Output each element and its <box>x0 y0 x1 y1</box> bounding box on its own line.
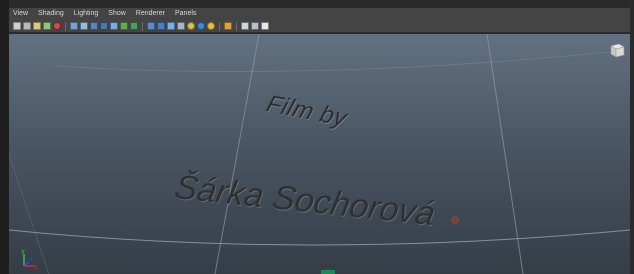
toolbar-separator <box>142 21 143 31</box>
image-plane-icon[interactable] <box>43 22 51 30</box>
shared-icon[interactable] <box>261 22 269 30</box>
toolbar-separator <box>219 21 220 31</box>
grid-icon[interactable] <box>70 22 78 30</box>
axis-z-label: z <box>30 257 33 263</box>
menu-show[interactable]: Show <box>108 8 126 20</box>
menu-renderer[interactable]: Renderer <box>136 8 165 20</box>
menu-view[interactable]: View <box>13 8 28 20</box>
toolbar-separator <box>65 21 66 31</box>
film-gate-icon[interactable] <box>53 22 61 30</box>
camera-attributes-icon[interactable] <box>23 22 31 30</box>
menu-lighting[interactable]: Lighting <box>74 8 99 20</box>
wireframe-icon[interactable] <box>147 22 155 30</box>
camera-select-icon[interactable] <box>13 22 21 30</box>
smooth-shade-icon[interactable] <box>157 22 165 30</box>
pivot-marker-icon[interactable] <box>450 215 460 225</box>
resolution-gate-icon[interactable] <box>80 22 88 30</box>
right-frame-border <box>630 0 634 274</box>
maya-viewport-window: View Shading Lighting Show Renderer Pane… <box>0 0 634 274</box>
bounding-box-icon[interactable] <box>177 22 185 30</box>
viewcube-icon[interactable] <box>608 42 626 58</box>
menu-panels[interactable]: Panels <box>175 8 196 20</box>
toolbar-separator <box>236 21 237 31</box>
ambient-occlusion-icon[interactable] <box>207 22 215 30</box>
texture-icon[interactable] <box>130 22 138 30</box>
xray-joints-icon[interactable] <box>251 22 259 30</box>
bookmark-icon[interactable] <box>33 22 41 30</box>
3d-viewport[interactable]: Film by Šárka Sochorová y x z <box>9 34 630 274</box>
safe-action-icon[interactable] <box>110 22 118 30</box>
safe-title-icon[interactable] <box>120 22 128 30</box>
panel-toolbar <box>9 20 630 33</box>
panel-menubar: View Shading Lighting Show Renderer Pane… <box>9 8 630 20</box>
selected-object-indicator <box>321 270 335 274</box>
default-light-icon[interactable] <box>187 22 195 30</box>
axis-y-label: y <box>22 249 25 255</box>
flat-shade-icon[interactable] <box>167 22 175 30</box>
field-chart-icon[interactable] <box>100 22 108 30</box>
left-frame-border <box>0 0 9 274</box>
gate-mask-icon[interactable] <box>90 22 98 30</box>
menu-shading[interactable]: Shading <box>38 8 64 20</box>
shadow-icon[interactable] <box>197 22 205 30</box>
axis-gizmo-icon: y x z <box>22 249 38 270</box>
xray-icon[interactable] <box>241 22 249 30</box>
perspective-grid <box>9 34 630 274</box>
axis-x-label: x <box>34 265 37 270</box>
isolate-icon[interactable] <box>224 22 232 30</box>
